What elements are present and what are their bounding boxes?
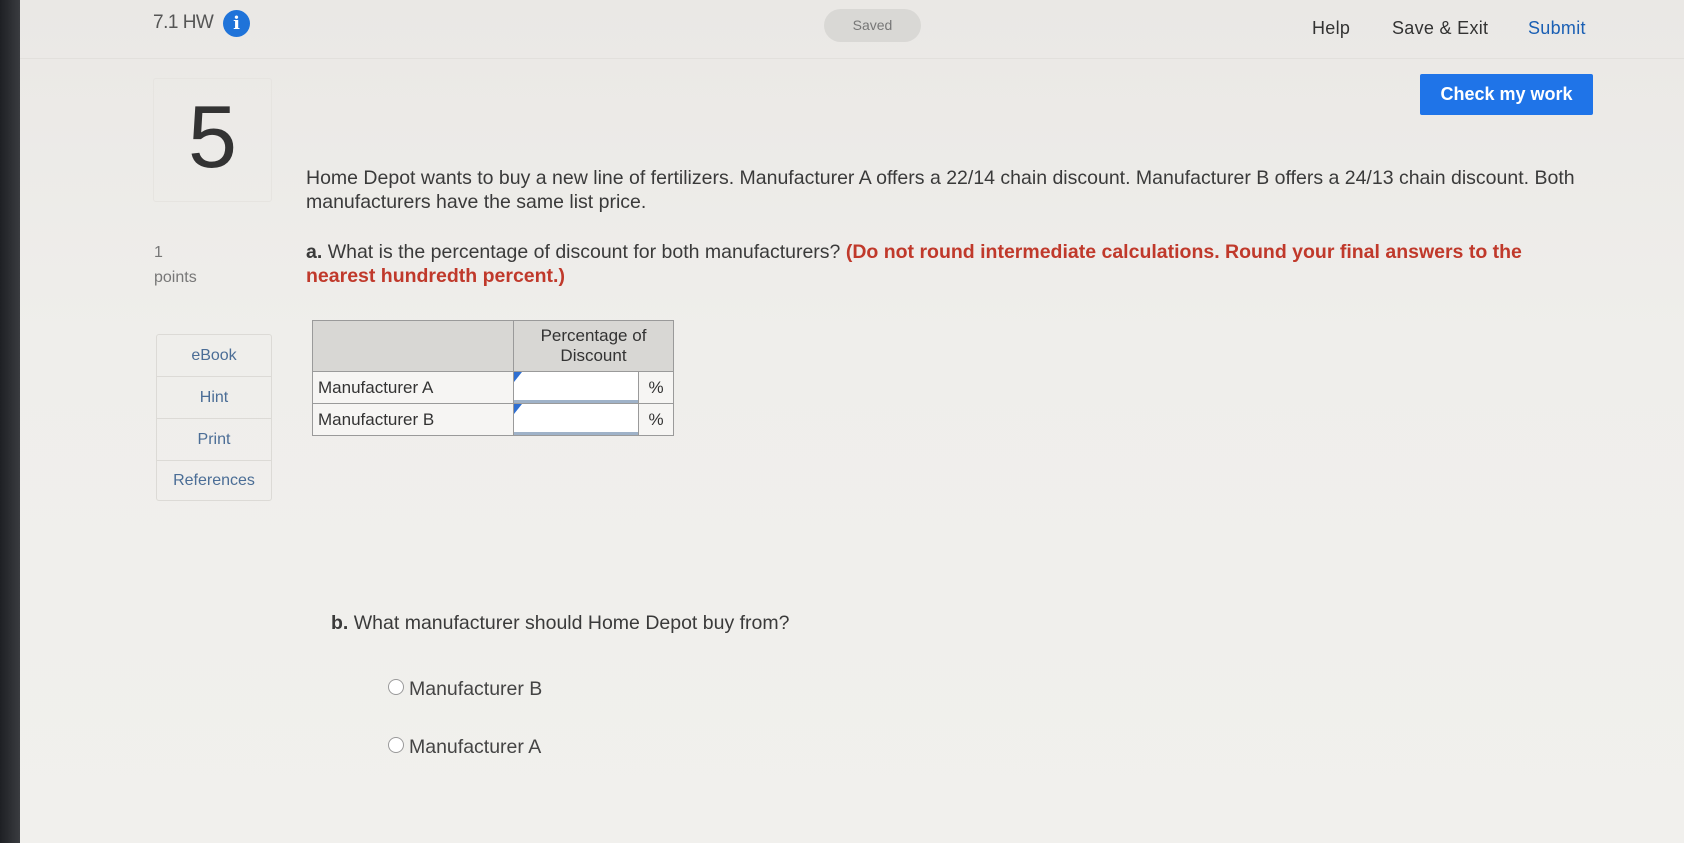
flag-icon	[514, 372, 522, 382]
option-label-a: Manufacturer A	[409, 736, 542, 758]
input-cell-a	[513, 371, 639, 404]
points-label: points	[154, 269, 197, 286]
manufacturer-a-discount-input[interactable]	[514, 372, 638, 403]
save-exit-link[interactable]: Save & Exit	[1392, 18, 1488, 39]
table-header-blank	[312, 320, 514, 372]
radio-button-icon[interactable]	[388, 736, 404, 753]
option-manufacturer-a[interactable]: Manufacturer A	[388, 736, 541, 759]
screen-bezel	[0, 0, 20, 843]
print-button[interactable]: Print	[157, 419, 271, 461]
table-row: Manufacturer A %	[312, 371, 674, 404]
table-header-row: Percentage of Discount	[312, 320, 674, 372]
info-icon[interactable]: i	[223, 10, 250, 37]
option-label-b: Manufacturer B	[409, 678, 543, 700]
option-manufacturer-b[interactable]: Manufacturer B	[388, 678, 542, 701]
question-number-box: 5	[153, 78, 272, 202]
flag-icon	[514, 404, 522, 414]
percent-unit-b: %	[638, 403, 674, 436]
top-bar: 7.1 HW i Saved Help Save & Exit Submit	[20, 0, 1684, 59]
percent-unit-a: %	[638, 371, 674, 404]
points-value: 1	[154, 244, 163, 261]
hint-button[interactable]: Hint	[157, 377, 271, 419]
check-my-work-button[interactable]: Check my work	[1420, 74, 1593, 115]
part-b-label: b.	[331, 612, 349, 634]
question-number: 5	[188, 87, 237, 186]
problem-text: Home Depot wants to buy a new line of fe…	[306, 167, 1575, 213]
radio-button-icon[interactable]	[388, 678, 404, 695]
table-header-percentage: Percentage of Discount	[513, 320, 674, 372]
table-row: Manufacturer B %	[312, 403, 674, 436]
part-a-prompt: a. What is the percentage of discount fo…	[306, 240, 1596, 288]
answer-table: Percentage of Discount Manufacturer A % …	[312, 320, 674, 436]
row-label-manufacturer-a: Manufacturer A	[312, 371, 514, 404]
assignment-title: 7.1 HW	[153, 12, 214, 33]
table-header-text: Percentage of Discount	[540, 326, 647, 365]
question-tools: eBook Hint Print References	[156, 334, 272, 501]
saved-status-badge: Saved	[824, 9, 921, 42]
manufacturer-b-discount-input[interactable]	[514, 404, 638, 435]
submit-link[interactable]: Submit	[1528, 18, 1586, 39]
part-b-text: What manufacturer should Home Depot buy …	[353, 612, 790, 634]
part-a-label: a.	[306, 241, 323, 263]
ebook-button[interactable]: eBook	[157, 335, 271, 377]
part-b-prompt: b. What manufacturer should Home Depot b…	[331, 612, 789, 635]
references-button[interactable]: References	[157, 461, 271, 500]
input-cell-b	[513, 403, 639, 436]
row-label-manufacturer-b: Manufacturer B	[312, 403, 514, 436]
help-link[interactable]: Help	[1312, 18, 1350, 39]
part-a-text: What is the percentage of discount for b…	[327, 241, 841, 263]
assignment-page: 7.1 HW i Saved Help Save & Exit Submit C…	[20, 0, 1684, 843]
